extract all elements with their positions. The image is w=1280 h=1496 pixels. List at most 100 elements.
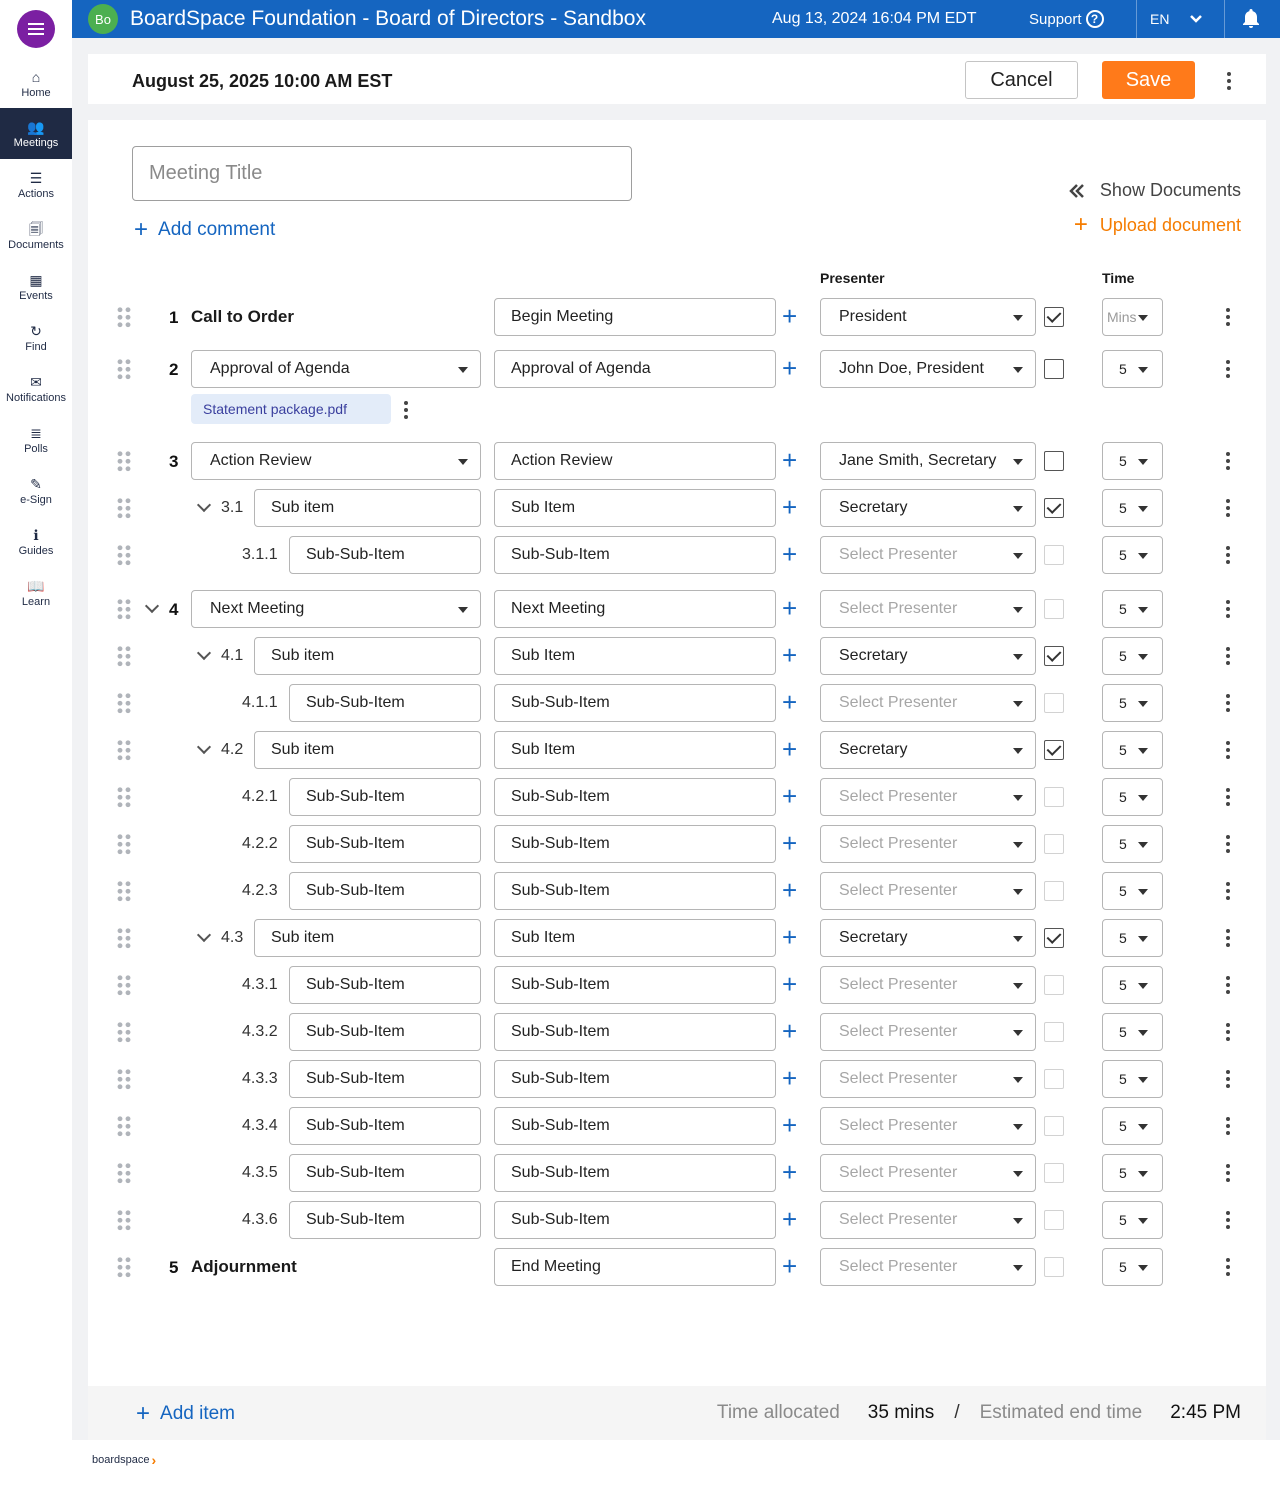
drag-handle-icon[interactable] — [116, 1209, 132, 1231]
chevron-down-icon[interactable] — [196, 927, 212, 943]
row-options-icon[interactable] — [1226, 741, 1230, 759]
row-options-icon[interactable] — [1226, 1211, 1230, 1229]
item-description-input[interactable]: End Meeting — [494, 1248, 776, 1286]
presenter-select[interactable]: Select Presenter — [820, 825, 1036, 863]
add-subitem-icon[interactable]: + — [782, 1251, 797, 1281]
presenter-select[interactable]: Select Presenter — [820, 1201, 1036, 1239]
item-name-input[interactable]: Sub-Sub-Item — [289, 778, 481, 816]
presenter-select[interactable]: Select Presenter — [820, 1013, 1036, 1051]
drag-handle-icon[interactable] — [116, 598, 132, 620]
presenter-select[interactable]: Select Presenter — [820, 1248, 1036, 1286]
sidebar-item-e-sign[interactable]: ✎ e-Sign — [0, 465, 72, 516]
presenter-checkbox[interactable] — [1044, 787, 1064, 807]
presenter-checkbox[interactable] — [1044, 1210, 1064, 1230]
sidebar-item-guides[interactable]: ℹ Guides — [0, 516, 72, 567]
presenter-select[interactable]: Select Presenter — [820, 1060, 1036, 1098]
drag-handle-icon[interactable] — [116, 544, 132, 566]
item-name-input[interactable]: Sub item — [254, 637, 481, 675]
drag-handle-icon[interactable] — [116, 880, 132, 902]
item-description-input[interactable]: Sub-Sub-Item — [494, 1107, 776, 1145]
time-select[interactable]: Mins — [1102, 298, 1163, 336]
item-description-input[interactable]: Action Review — [494, 442, 776, 480]
presenter-select[interactable]: Select Presenter — [820, 1107, 1036, 1145]
item-name-input[interactable]: Sub-Sub-Item — [289, 966, 481, 1004]
row-options-icon[interactable] — [1226, 976, 1230, 994]
add-subitem-icon[interactable]: + — [782, 687, 797, 717]
drag-handle-icon[interactable] — [116, 1162, 132, 1184]
time-select[interactable]: 5 — [1102, 1154, 1163, 1192]
chevron-down-icon[interactable] — [196, 645, 212, 661]
add-subitem-icon[interactable]: + — [782, 353, 797, 383]
sidebar-item-actions[interactable]: ☰ Actions — [0, 159, 72, 210]
time-select[interactable]: 5 — [1102, 1248, 1163, 1286]
presenter-select[interactable]: Select Presenter — [820, 1154, 1036, 1192]
add-item-button[interactable]: + Add item — [136, 1402, 235, 1426]
sidebar-item-events[interactable]: ▦ Events — [0, 261, 72, 312]
item-name-input[interactable]: Sub-Sub-Item — [289, 1107, 481, 1145]
more-options-icon[interactable] — [1227, 72, 1231, 90]
presenter-select[interactable]: John Doe, President — [820, 350, 1036, 388]
item-description-input[interactable]: Next Meeting — [494, 590, 776, 628]
add-subitem-icon[interactable]: + — [782, 539, 797, 569]
drag-handle-icon[interactable] — [116, 927, 132, 949]
drag-handle-icon[interactable] — [116, 358, 132, 380]
presenter-checkbox[interactable] — [1044, 1116, 1064, 1136]
add-subitem-icon[interactable]: + — [782, 301, 797, 331]
item-name-input[interactable]: Sub-Sub-Item — [289, 825, 481, 863]
presenter-select[interactable]: Select Presenter — [820, 966, 1036, 1004]
presenter-checkbox[interactable] — [1044, 881, 1064, 901]
add-subitem-icon[interactable]: + — [782, 1157, 797, 1187]
drag-handle-icon[interactable] — [116, 739, 132, 761]
item-name-input[interactable]: Sub-Sub-Item — [289, 1154, 481, 1192]
item-description-input[interactable]: Sub Item — [494, 637, 776, 675]
row-options-icon[interactable] — [1226, 882, 1230, 900]
item-description-input[interactable]: Sub-Sub-Item — [494, 1201, 776, 1239]
row-options-icon[interactable] — [1226, 308, 1230, 326]
presenter-checkbox[interactable] — [1044, 1257, 1064, 1277]
item-description-input[interactable]: Sub-Sub-Item — [494, 1154, 776, 1192]
sidebar-item-documents[interactable]: 🗐 Documents — [0, 210, 72, 261]
presenter-checkbox[interactable] — [1044, 545, 1064, 565]
presenter-checkbox[interactable] — [1044, 599, 1064, 619]
presenter-select[interactable]: President — [820, 298, 1036, 336]
meeting-title-input[interactable] — [132, 146, 632, 201]
item-description-input[interactable]: Approval of Agenda — [494, 350, 776, 388]
item-name-input[interactable]: Sub-Sub-Item — [289, 536, 481, 574]
item-description-input[interactable]: Sub-Sub-Item — [494, 778, 776, 816]
time-select[interactable]: 5 — [1102, 919, 1163, 957]
drag-handle-icon[interactable] — [116, 833, 132, 855]
row-options-icon[interactable] — [1226, 1023, 1230, 1041]
time-select[interactable]: 5 — [1102, 966, 1163, 1004]
row-options-icon[interactable] — [1226, 929, 1230, 947]
time-select[interactable]: 5 — [1102, 350, 1163, 388]
drag-handle-icon[interactable] — [116, 450, 132, 472]
item-description-input[interactable]: Sub Item — [494, 919, 776, 957]
item-description-input[interactable]: Begin Meeting — [494, 298, 776, 336]
item-description-input[interactable]: Sub-Sub-Item — [494, 536, 776, 574]
presenter-checkbox[interactable] — [1044, 451, 1064, 471]
add-subitem-icon[interactable]: + — [782, 734, 797, 764]
time-select[interactable]: 5 — [1102, 489, 1163, 527]
time-select[interactable]: 5 — [1102, 637, 1163, 675]
drag-handle-icon[interactable] — [116, 974, 132, 996]
item-name-input[interactable]: Sub-Sub-Item — [289, 1060, 481, 1098]
sidebar-item-meetings[interactable]: 👥 Meetings — [0, 108, 72, 159]
presenter-checkbox[interactable] — [1044, 975, 1064, 995]
item-description-input[interactable]: Sub Item — [494, 489, 776, 527]
presenter-checkbox[interactable] — [1044, 359, 1064, 379]
presenter-checkbox[interactable] — [1044, 834, 1064, 854]
time-select[interactable]: 5 — [1102, 872, 1163, 910]
presenter-checkbox[interactable] — [1044, 1022, 1064, 1042]
show-documents-link[interactable]: Show Documents — [1068, 180, 1241, 201]
row-options-icon[interactable] — [1226, 835, 1230, 853]
item-description-input[interactable]: Sub-Sub-Item — [494, 872, 776, 910]
presenter-select[interactable]: Select Presenter — [820, 684, 1036, 722]
add-subitem-icon[interactable]: + — [782, 969, 797, 999]
drag-handle-icon[interactable] — [116, 786, 132, 808]
presenter-select[interactable]: Select Presenter — [820, 536, 1036, 574]
item-description-input[interactable]: Sub-Sub-Item — [494, 825, 776, 863]
upload-document-link[interactable]: + Upload document — [1074, 213, 1241, 237]
time-select[interactable]: 5 — [1102, 731, 1163, 769]
presenter-select[interactable]: Select Presenter — [820, 778, 1036, 816]
presenter-select[interactable]: Secretary — [820, 637, 1036, 675]
